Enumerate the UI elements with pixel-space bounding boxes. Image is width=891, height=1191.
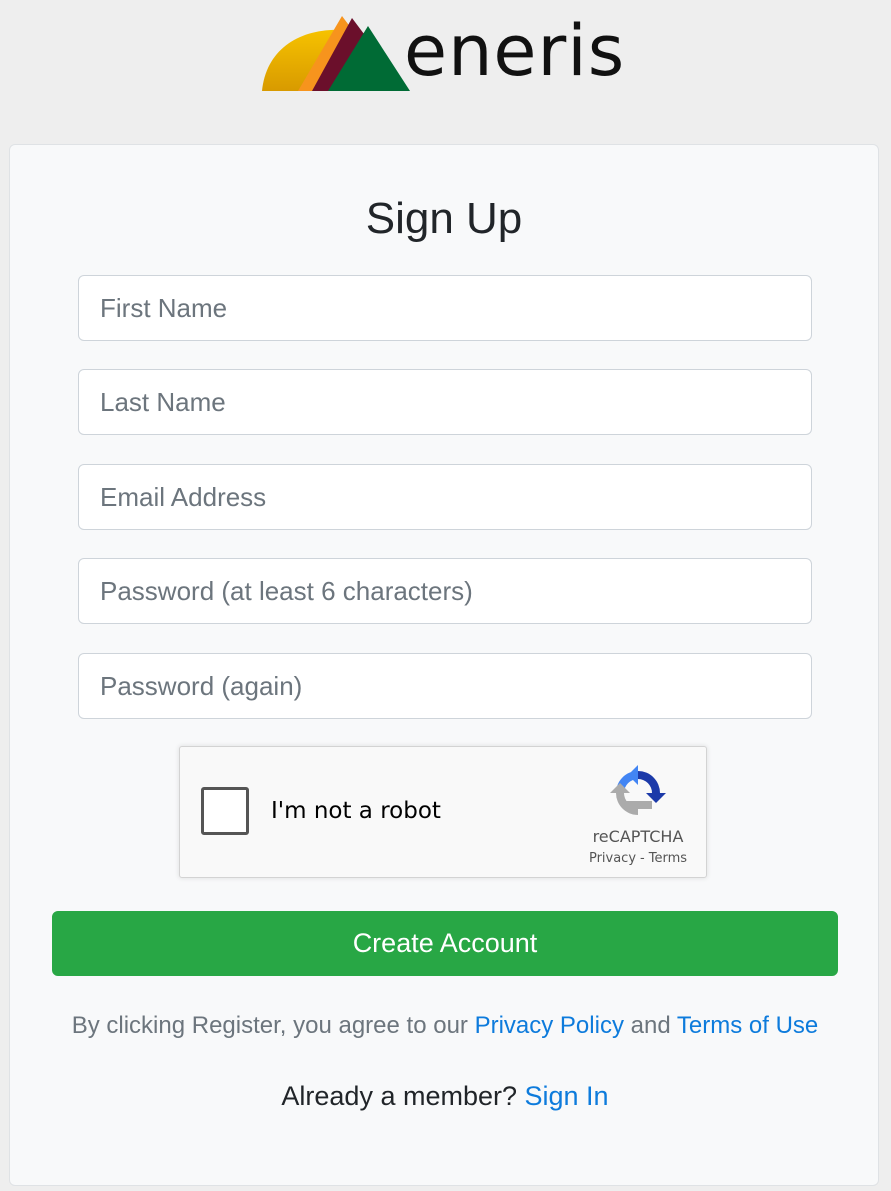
- signup-card: Sign Up I'm not a robot reCAPTCHA Privac…: [9, 144, 879, 1186]
- sign-in-link[interactable]: Sign In: [525, 1081, 609, 1111]
- password-input[interactable]: [78, 558, 812, 624]
- agreement-text: By clicking Register, you agree to our: [71, 1012, 475, 1039]
- recaptcha-separator: -: [640, 851, 645, 866]
- recaptcha-label: I'm not a robot: [271, 798, 441, 824]
- recaptcha-icon: [610, 765, 666, 815]
- recaptcha-terms-link[interactable]: Terms: [649, 851, 687, 866]
- recaptcha-links: Privacy - Terms: [570, 851, 706, 867]
- page-title: Sign Up: [365, 194, 523, 243]
- brand-name: eneris: [404, 10, 626, 92]
- recaptcha-checkbox[interactable]: [201, 787, 249, 835]
- last-name-input[interactable]: [78, 369, 812, 435]
- mountain-sun-logo-icon: [262, 16, 410, 91]
- privacy-policy-link[interactable]: Privacy Policy: [475, 1012, 624, 1039]
- terms-agreement: By clicking Register, you agree to our P…: [10, 1009, 880, 1043]
- password-confirm-input[interactable]: [78, 653, 812, 719]
- create-account-button[interactable]: Create Account: [52, 911, 838, 976]
- first-name-input[interactable]: [78, 275, 812, 341]
- site-header: eneris: [0, 0, 891, 145]
- terms-of-use-link[interactable]: Terms of Use: [677, 1012, 818, 1039]
- recaptcha-brand: reCAPTCHA: [592, 827, 684, 846]
- email-input[interactable]: [78, 464, 812, 530]
- recaptcha-privacy-link[interactable]: Privacy: [589, 851, 636, 866]
- sign-in-prompt: Already a member? Sign In: [10, 1078, 880, 1114]
- agreement-and: and: [623, 1012, 677, 1039]
- recaptcha-widget: I'm not a robot reCAPTCHA Privacy - Terms: [179, 746, 707, 878]
- member-prompt-text: Already a member?: [281, 1081, 525, 1111]
